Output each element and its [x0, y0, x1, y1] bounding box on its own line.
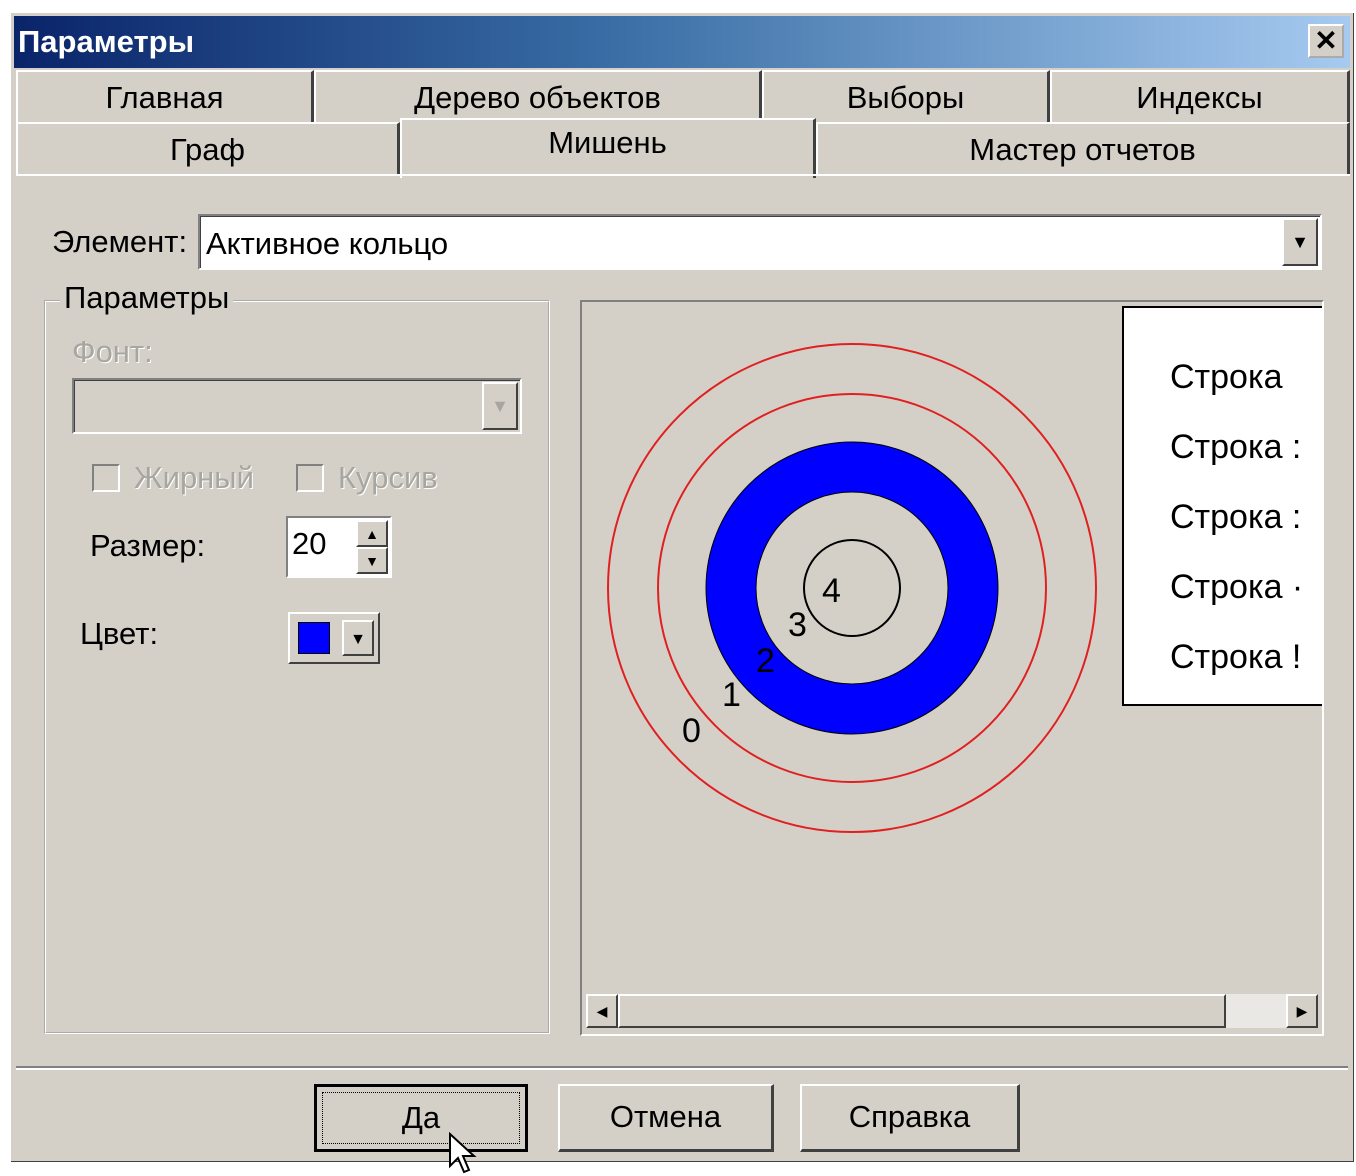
spin-down-button[interactable]: ▼	[356, 547, 388, 574]
tab-report-wizard[interactable]: Мастер отчетов	[816, 122, 1350, 174]
tab-graph[interactable]: Граф	[16, 122, 400, 174]
parameters-dialog: Параметры ✕ Главная Дерево объектов Выбо…	[10, 12, 1354, 1174]
chevron-down-icon: ▼	[491, 396, 509, 416]
ring-label-2: 2	[756, 642, 775, 680]
legend-item-3: Строка :	[1170, 498, 1302, 536]
ring-label-4: 4	[822, 572, 841, 610]
color-swatch	[298, 622, 330, 654]
size-value: 20	[292, 526, 327, 561]
ring-4	[803, 539, 901, 637]
element-select[interactable]: Активное кольцо ▼	[198, 214, 1322, 270]
bold-checkbox[interactable]	[92, 464, 120, 492]
spin-up-button[interactable]: ▲	[356, 520, 388, 547]
ring-label-3: 3	[788, 606, 807, 644]
color-dropdown-button[interactable]: ▼	[342, 620, 374, 656]
tab-target[interactable]: Мишень	[400, 118, 816, 178]
tab-object-tree[interactable]: Дерево объектов	[314, 70, 762, 122]
arrow-right-icon: ▶	[1296, 1003, 1308, 1019]
ring-label-0: 0	[682, 712, 701, 750]
element-dropdown-button[interactable]: ▼	[1282, 218, 1318, 266]
legend-item-4: Строка ·	[1170, 568, 1304, 606]
tab-indexes[interactable]: Индексы	[1050, 70, 1350, 122]
ok-button[interactable]: Да	[314, 1084, 528, 1152]
close-button[interactable]: ✕	[1308, 24, 1344, 58]
ring-0	[607, 343, 1097, 833]
size-spinner[interactable]: 20 ▲ ▼	[286, 516, 392, 578]
color-picker[interactable]: ▼	[288, 612, 380, 664]
color-label: Цвет:	[80, 616, 159, 651]
arrow-down-icon: ▼	[365, 553, 379, 569]
font-label: Фонт:	[72, 334, 153, 369]
size-label: Размер:	[90, 528, 206, 563]
tab-selections[interactable]: Выборы	[762, 70, 1050, 122]
bold-label: Жирный	[134, 460, 254, 495]
target-preview: 0 1 2 3 4 Строка Строка : Строка : Строк…	[580, 300, 1324, 1036]
horizontal-scrollbar[interactable]: ◀ ▶	[586, 994, 1318, 1028]
parameters-group-title: Параметры	[60, 280, 234, 316]
font-dropdown-button[interactable]: ▼	[482, 382, 518, 430]
tab-main[interactable]: Главная	[16, 70, 314, 122]
chevron-down-icon: ▼	[1291, 232, 1309, 252]
scroll-right-button[interactable]: ▶	[1286, 994, 1318, 1028]
mouse-cursor-icon	[449, 1132, 477, 1174]
element-label: Элемент:	[52, 224, 188, 259]
help-button[interactable]: Справка	[800, 1084, 1020, 1152]
close-icon: ✕	[1314, 25, 1338, 56]
scroll-thumb[interactable]	[618, 994, 1226, 1028]
cancel-button[interactable]: Отмена	[558, 1084, 774, 1152]
italic-checkbox[interactable]	[296, 464, 324, 492]
font-select[interactable]: ▼	[72, 378, 522, 434]
legend: Строка Строка : Строка : Строка · Строка…	[1122, 306, 1322, 706]
ring-3	[755, 491, 949, 685]
legend-item-5: Строка !	[1170, 638, 1302, 676]
italic-label: Курсив	[338, 460, 438, 495]
footer-separator	[16, 1066, 1348, 1070]
arrow-up-icon: ▲	[365, 526, 379, 542]
ring-label-1: 1	[722, 676, 741, 714]
element-value: Активное кольцо	[206, 226, 449, 261]
scroll-left-button[interactable]: ◀	[586, 994, 618, 1028]
title-bar: Параметры ✕	[14, 16, 1350, 68]
legend-item-2: Строка :	[1170, 428, 1302, 466]
chevron-down-icon: ▼	[350, 631, 366, 648]
arrow-left-icon: ◀	[596, 1003, 608, 1019]
window-title: Параметры	[18, 24, 195, 59]
legend-item-1: Строка	[1170, 358, 1283, 396]
